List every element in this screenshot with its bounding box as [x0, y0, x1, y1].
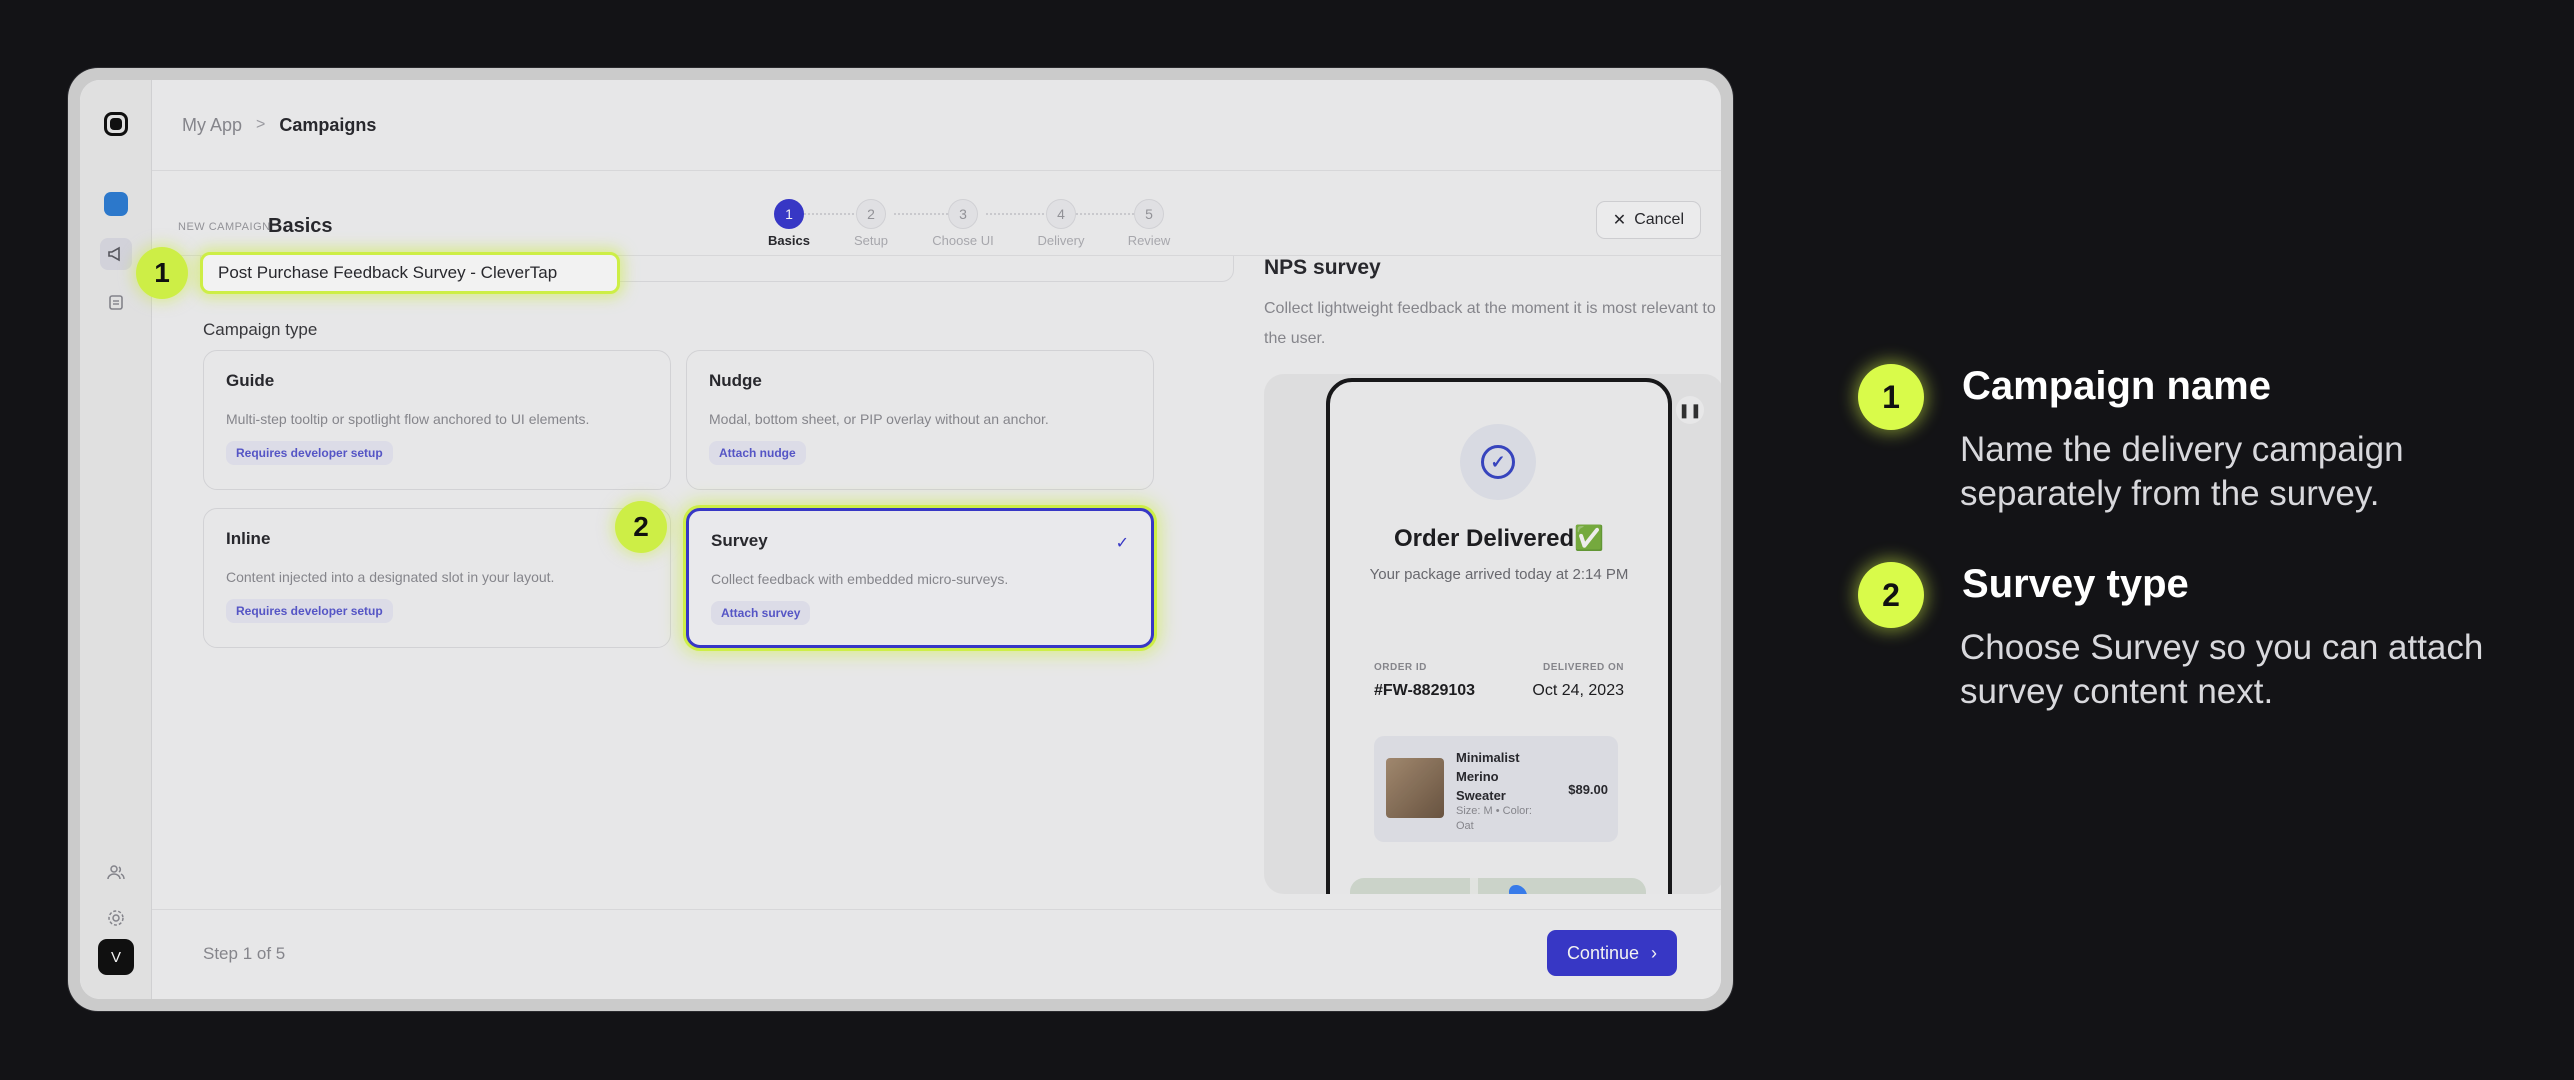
megaphone-icon[interactable] — [100, 238, 132, 270]
app-logo[interactable] — [104, 112, 128, 136]
breadcrumb-separator: > — [256, 116, 266, 133]
order-id-label: ORDER ID — [1374, 662, 1427, 673]
delivered-value: Oct 24, 2023 — [1532, 682, 1624, 699]
step-delivery[interactable]: 4 Delivery — [1016, 199, 1106, 248]
breadcrumb: My App > Campaigns — [152, 80, 1721, 170]
item-attributes: Size: M • Color: Oat — [1456, 805, 1532, 832]
order-heading: Order Delivered✅ — [1394, 525, 1604, 552]
card-description: Collect feedback with embedded micro-sur… — [711, 571, 1009, 587]
step-label: Delivery — [1037, 233, 1085, 248]
check-circle-icon: ✓ — [1460, 424, 1536, 500]
step-basics[interactable]: 1 Basics — [744, 199, 834, 248]
close-icon: ✕ — [1612, 212, 1627, 229]
preview-description: Collect lightweight feedback at the mome… — [1264, 300, 1716, 347]
step-number: 3 — [948, 199, 978, 229]
step-number: 1 — [774, 199, 804, 229]
campaign-name-input[interactable]: Post Purchase Feedback Survey - CleverTa… — [200, 252, 620, 294]
cancel-label: Cancel — [1634, 211, 1684, 228]
step-progress-text: Step 1 of 5 — [203, 944, 286, 963]
step-label: Setup — [854, 233, 888, 248]
step-number: 4 — [1046, 199, 1076, 229]
cancel-button[interactable]: ✕ Cancel — [1595, 201, 1701, 239]
card-badge: Requires developer setup — [226, 599, 393, 623]
settings-icon[interactable] — [100, 902, 132, 934]
campaign-type-guide[interactable]: Guide Multi-step tooltip or spotlight fl… — [203, 350, 671, 490]
workspace-icon[interactable] — [104, 192, 128, 216]
step-review[interactable]: 5 Review — [1104, 199, 1194, 248]
check-icon: ✓ — [1115, 535, 1129, 552]
order-subtitle: Your package arrived today at 2:14 PM — [1369, 566, 1629, 583]
legend-body: Name the delivery campaign separately fr… — [1960, 430, 2404, 513]
breadcrumb-current: Campaigns — [279, 114, 377, 135]
card-description: Content injected into a designated slot … — [226, 569, 555, 585]
campaign-type-inline[interactable]: Inline Content injected into a designate… — [203, 508, 671, 648]
chevron-right-icon: › — [1651, 942, 1657, 963]
campaign-type-label: Campaign type — [203, 320, 318, 339]
order-id-value: #FW-8829103 — [1374, 682, 1476, 699]
legend-title: Campaign name — [1962, 364, 2271, 408]
clipboard-icon[interactable] — [100, 286, 132, 318]
delivery-map — [1350, 878, 1646, 894]
legend-body: Choose Survey so you can attach survey c… — [1960, 628, 2484, 711]
legend-badge: 2 — [1858, 562, 1924, 628]
step-label: Choose UI — [932, 233, 994, 248]
new-campaign-eyebrow: NEW CAMPAIGN — [178, 221, 271, 233]
step-choose-ui[interactable]: 3 Choose UI — [918, 199, 1008, 248]
item-thumbnail — [1386, 758, 1444, 818]
device-frame: V My App > Campaigns NEW CAMPAIGN Basics… — [68, 68, 1733, 1011]
item-price: $89.00 — [1568, 782, 1608, 797]
card-title: Inline — [226, 529, 271, 548]
app-screen: V My App > Campaigns NEW CAMPAIGN Basics… — [80, 80, 1721, 999]
card-badge: Attach nudge — [709, 441, 806, 465]
callout-badge-2: 2 — [615, 501, 667, 553]
users-icon[interactable] — [100, 856, 132, 888]
card-title: Survey — [711, 531, 768, 550]
callout-badge-1: 1 — [136, 247, 188, 299]
legend-title: Survey type — [1962, 562, 2189, 606]
legend-badge: 1 — [1858, 364, 1924, 430]
delivered-label: DELIVERED ON — [1542, 662, 1624, 673]
step-label: Basics — [768, 233, 810, 248]
stepper: 1 Basics 2 Setup 3 Choose UI 4 Delivery … — [744, 199, 1204, 249]
wizard-footer: Step 1 of 5 Continue › — [152, 909, 1721, 999]
campaign-type-survey[interactable]: Survey ✓ Collect feedback with embedded … — [686, 508, 1154, 648]
step-number: 2 — [856, 199, 886, 229]
card-title: Guide — [226, 371, 275, 390]
preview-pane: NPS survey Collect lightweight feedback … — [1236, 256, 1721, 909]
breadcrumb-app[interactable]: My App — [182, 115, 242, 136]
continue-label: Continue — [1566, 942, 1639, 963]
preview-title: NPS survey — [1264, 256, 1381, 279]
phone-mockup: ✓ Order Delivered✅ Your package arrived … — [1326, 378, 1672, 894]
card-badge: Attach survey — [711, 601, 811, 625]
pause-icon[interactable]: ❚❚ — [1676, 396, 1704, 424]
phone-preview-area: ✓ Order Delivered✅ Your package arrived … — [1264, 374, 1721, 894]
card-description: Multi-step tooltip or spotlight flow anc… — [226, 411, 590, 427]
step-number: 5 — [1134, 199, 1164, 229]
campaign-type-nudge[interactable]: Nudge Modal, bottom sheet, or PIP overla… — [686, 350, 1154, 490]
page-title: Basics — [268, 215, 333, 237]
order-item-card: Minimalist Merino Sweater Size: M • Colo… — [1374, 736, 1618, 842]
step-label: Review — [1127, 233, 1171, 248]
step-setup[interactable]: 2 Setup — [826, 199, 916, 248]
card-description: Modal, bottom sheet, or PIP overlay with… — [709, 411, 1049, 427]
user-avatar[interactable]: V — [98, 939, 134, 975]
side-rail: V — [80, 80, 152, 999]
card-title: Nudge — [709, 371, 762, 390]
wizard-header: NEW CAMPAIGN Basics 1 Basics 2 Setup 3 C… — [152, 170, 1721, 256]
card-badge: Requires developer setup — [226, 441, 393, 465]
continue-button[interactable]: Continue › — [1546, 930, 1677, 976]
item-name: Minimalist Merino Sweater — [1456, 750, 1520, 803]
